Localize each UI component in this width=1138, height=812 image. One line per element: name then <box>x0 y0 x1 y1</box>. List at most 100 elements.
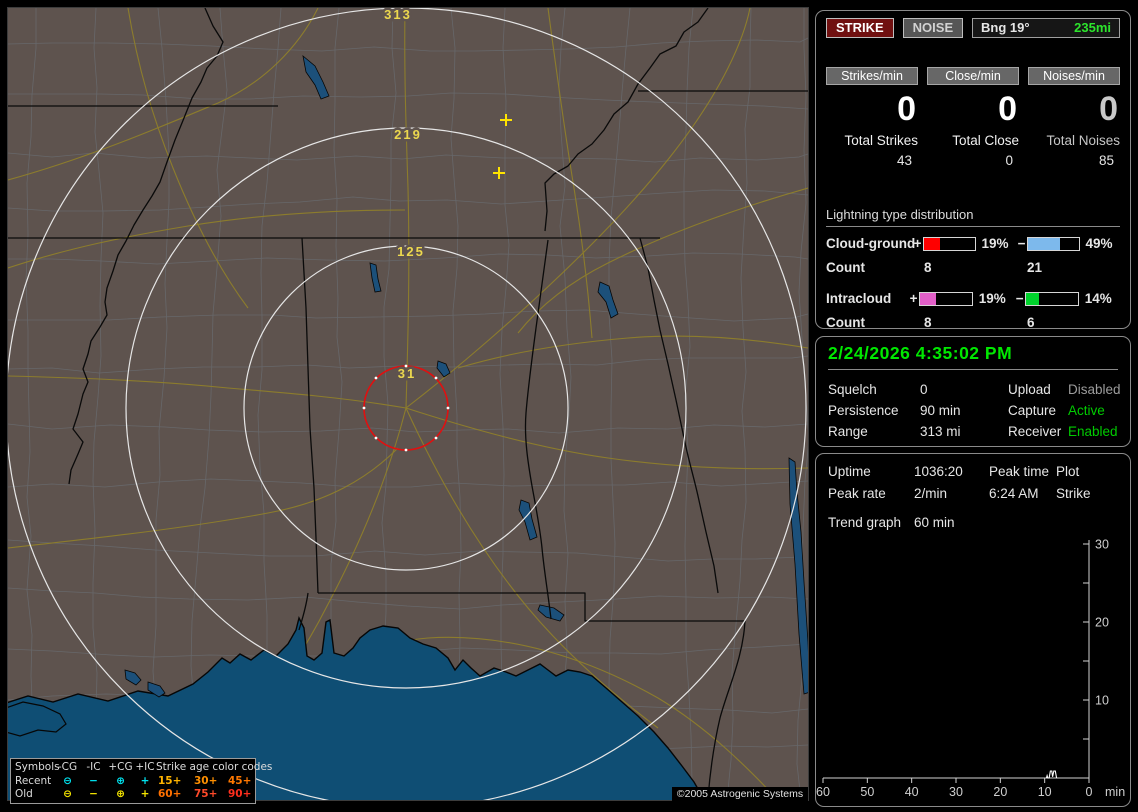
receiver-label: Receiver <box>1008 424 1062 439</box>
circle-minus-icon: ⊖ <box>63 774 72 787</box>
count-label: Count <box>826 315 865 330</box>
cloud-ground-label: Cloud-ground <box>826 236 916 251</box>
cg-negative-count: 21 <box>1027 260 1043 275</box>
cg-negative-pct: 49% <box>1085 236 1113 251</box>
age-code-30: 30+ <box>194 774 218 787</box>
strikes-rate-value: 0 <box>897 90 916 128</box>
total-noises-label: Total Noises <box>1046 133 1120 148</box>
capture-status: Active <box>1068 403 1105 418</box>
range-value: 313 mi <box>920 424 961 439</box>
cg-positive-pct: 19% <box>981 236 1009 251</box>
status-panel: 2/24/2026 4:35:02 PM Squelch 0 Upload Di… <box>815 336 1131 447</box>
cg-positive-count: 8 <box>924 260 932 275</box>
ic-positive-bar <box>919 291 973 306</box>
cg-negative-bar <box>1027 236 1080 251</box>
svg-text:31: 31 <box>398 366 416 381</box>
minus-icon: − <box>89 774 98 787</box>
svg-text:219: 219 <box>394 127 422 142</box>
legend-row-recent-label: Recent <box>15 774 52 787</box>
cloud-ground-row: Cloud-ground + 19% − 49% <box>826 236 1120 251</box>
lightning-map[interactable]: 313 219 125 31 <box>7 7 809 801</box>
svg-text:50: 50 <box>860 785 874 799</box>
intracloud-count-row: Count 8 6 <box>826 315 1120 330</box>
upload-status: Disabled <box>1068 382 1121 397</box>
legend-col-pos-ic: +IC <box>135 761 155 773</box>
persistence-value: 90 min <box>920 403 961 418</box>
minus-sign: − <box>1015 291 1024 306</box>
svg-text:60: 60 <box>816 785 830 799</box>
circle-plus-icon: ⊕ <box>116 774 125 787</box>
legend-col-neg-ic: -IC <box>86 761 101 773</box>
total-close-label: Total Close <box>952 133 1019 148</box>
intracloud-label: Intracloud <box>826 291 892 306</box>
minus-icon: − <box>89 788 98 800</box>
cloud-ground-count-row: Count 8 21 <box>826 260 1120 275</box>
range-label: Range <box>828 424 868 439</box>
legend-row-old-label: Old <box>15 788 33 800</box>
ic-negative-pct: 14% <box>1084 291 1112 306</box>
age-code-75: 75+ <box>194 788 218 800</box>
noises-counter: Noises/min 0 Total Noises 85 <box>1028 67 1120 168</box>
age-code-60: 60+ <box>158 788 182 800</box>
legend-col-pos-cg: +CG <box>108 761 133 773</box>
noise-mode-button[interactable]: NOISE <box>902 18 964 38</box>
bearing-display: Bng 19° 235mi <box>972 18 1120 38</box>
age-code-15: 15+ <box>158 774 182 787</box>
strike-mode-button[interactable]: STRIKE <box>826 18 894 38</box>
svg-text:125: 125 <box>397 244 425 259</box>
minus-sign: − <box>1017 236 1026 251</box>
current-datetime: 2/24/2026 4:35:02 PM <box>828 343 1118 370</box>
capture-label: Capture <box>1008 403 1057 418</box>
trend-graph: 10 20 30 60 50 40 30 20 10 0 min <box>816 538 1125 800</box>
symbol-legend: Symbols -CG -IC +CG +IC Strike age color… <box>10 758 273 804</box>
strikes-counter: Strikes/min 0 Total Strikes 43 <box>826 67 918 168</box>
cg-positive-bar <box>923 236 976 251</box>
noises-per-min-button[interactable]: Noises/min <box>1028 67 1120 85</box>
bearing-label: Bng 19° <box>981 20 1030 35</box>
ic-positive-pct: 19% <box>978 291 1006 306</box>
squelch-value: 0 <box>920 382 928 397</box>
persistence-label: Persistence <box>828 403 899 418</box>
distribution-title: Lightning type distribution <box>826 207 1120 227</box>
svg-text:20: 20 <box>1095 616 1109 630</box>
ic-positive-count: 8 <box>924 315 932 330</box>
ic-negative-count: 6 <box>1027 315 1035 330</box>
circle-plus-icon: ⊕ <box>116 788 125 800</box>
count-label: Count <box>826 260 865 275</box>
total-strikes-value: 43 <box>896 153 912 168</box>
close-rate-value: 0 <box>998 90 1017 128</box>
strike-counters-panel: STRIKE NOISE Bng 19° 235mi Strikes/min 0… <box>815 10 1131 330</box>
bearing-distance: 235mi <box>1074 20 1111 35</box>
age-code-90: 90+ <box>228 788 252 800</box>
plus-sign: + <box>913 236 922 251</box>
svg-text:min: min <box>1105 785 1125 799</box>
svg-text:40: 40 <box>905 785 919 799</box>
circle-minus-icon: ⊖ <box>63 788 72 800</box>
svg-text:20: 20 <box>993 785 1007 799</box>
total-noises-value: 85 <box>1098 153 1114 168</box>
svg-text:30: 30 <box>949 785 963 799</box>
svg-text:0: 0 <box>1086 785 1093 799</box>
ic-negative-bar <box>1025 291 1079 306</box>
plus-icon: + <box>140 774 150 787</box>
copyright-text: ©2005 Astrogenic Systems <box>672 787 808 801</box>
trend-panel: Uptime 1036:20 Peak time Plot Peak rate … <box>815 453 1131 807</box>
noises-rate-value: 0 <box>1099 90 1118 128</box>
total-strikes-label: Total Strikes <box>844 133 918 148</box>
total-close-value: 0 <box>1005 153 1013 168</box>
app-window: 313 219 125 31 Symbols -CG -IC +CG +IC S… <box>0 0 1138 812</box>
close-counter: Close/min 0 Total Close 0 <box>927 67 1019 168</box>
svg-text:10: 10 <box>1095 694 1109 708</box>
legend-symbols-header: Symbols <box>15 761 60 773</box>
plus-sign: + <box>909 291 918 306</box>
legend-age-header: Strike age color codes <box>156 761 273 773</box>
plus-icon: + <box>140 788 150 800</box>
strikes-per-min-button[interactable]: Strikes/min <box>826 67 918 85</box>
close-per-min-button[interactable]: Close/min <box>927 67 1019 85</box>
age-code-45: 45+ <box>228 774 252 787</box>
receiver-status: Enabled <box>1068 424 1118 439</box>
intracloud-row: Intracloud + 19% − 14% <box>826 291 1120 306</box>
svg-text:30: 30 <box>1095 538 1109 552</box>
svg-text:10: 10 <box>1038 785 1052 799</box>
squelch-label: Squelch <box>828 382 877 397</box>
